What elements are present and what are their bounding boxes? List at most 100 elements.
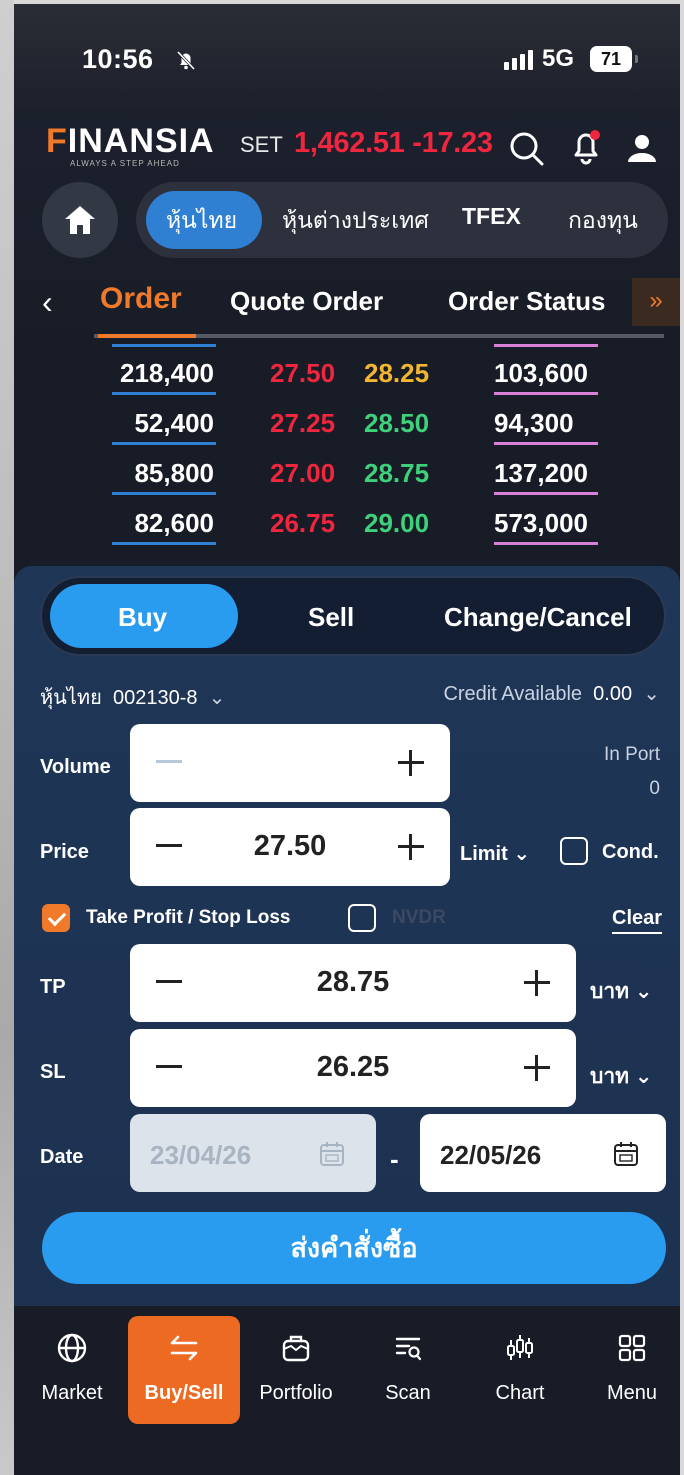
app-screen: 10:56 5G 71 FINANSIA ALWAYS A STEP AHEAD… xyxy=(14,4,680,1475)
tp-input[interactable]: 28.75 xyxy=(130,966,576,999)
bid-price[interactable]: 27.25 xyxy=(270,408,335,439)
change-cancel-tab[interactable]: Change/Cancel xyxy=(444,602,632,633)
order-tabs: ‹ Order Quote Order Order Status » xyxy=(14,272,680,342)
nav-label: Buy/Sell xyxy=(144,1382,224,1404)
ask-price[interactable]: 28.25 xyxy=(364,358,429,389)
nav-scan[interactable]: Scan xyxy=(352,1316,464,1424)
minus-icon[interactable] xyxy=(156,760,182,763)
depth-row[interactable]: 218,400 27.50 28.25 103,600 xyxy=(14,344,680,395)
active-tab-underline xyxy=(98,334,196,338)
bid-price[interactable]: 26.75 xyxy=(270,508,335,539)
account-selector[interactable]: หุ้นไทย 002130-8 ⌄ xyxy=(40,681,225,713)
plus-icon[interactable] xyxy=(524,1055,550,1081)
nav-market[interactable]: Market xyxy=(16,1316,128,1424)
profile-icon[interactable] xyxy=(624,130,660,166)
tp-stepper[interactable]: 28.75 xyxy=(130,944,576,1022)
tab-order[interactable]: Order xyxy=(100,282,182,316)
market-tab-bar: หุ้นไทย หุ้นต่างประเทศ TFEX กองทุน xyxy=(136,182,668,258)
sl-input[interactable]: 26.25 xyxy=(130,1051,576,1084)
double-chevron-right-icon[interactable]: » xyxy=(632,278,680,326)
status-time: 10:56 xyxy=(82,44,154,74)
volume-label: Volume xyxy=(40,756,111,778)
sell-tab[interactable]: Sell xyxy=(308,602,354,633)
tpsl-checkbox[interactable] xyxy=(42,904,70,932)
chevron-down-icon: ⌄ xyxy=(643,683,660,705)
ask-volume: 573,000 xyxy=(494,508,588,538)
ask-volume: 103,600 xyxy=(494,358,588,388)
ask-underline xyxy=(494,542,598,545)
bottom-navigation: Market Buy/Sell Portfolio Scan Chart Men… xyxy=(14,1306,680,1475)
ask-volume: 94,300 xyxy=(494,408,574,438)
credit-available[interactable]: Credit Available 0.00 ⌄ xyxy=(443,681,660,706)
sl-stepper[interactable]: 26.25 xyxy=(130,1029,576,1107)
tab-order-status[interactable]: Order Status xyxy=(448,286,606,317)
bid-volume: 82,600 xyxy=(134,508,214,538)
cond-label: Cond. xyxy=(602,841,659,863)
tp-label: TP xyxy=(40,976,66,998)
background-edge xyxy=(0,0,14,1475)
price-label: Price xyxy=(40,841,89,863)
nvdr-checkbox[interactable] xyxy=(348,904,376,932)
clear-link[interactable]: Clear xyxy=(612,907,663,934)
plus-icon[interactable] xyxy=(524,970,550,996)
tab-foreign-stocks[interactable]: หุ้นต่างประเทศ xyxy=(282,203,429,239)
tab-thai-stocks[interactable]: หุ้นไทย xyxy=(166,203,237,239)
order-panel: Buy Sell Change/Cancel หุ้นไทย 002130-8 … xyxy=(14,566,680,1306)
network-type: 5G xyxy=(542,45,575,72)
bid-price[interactable]: 27.00 xyxy=(270,458,335,489)
volume-stepper[interactable] xyxy=(130,724,450,802)
calendar-icon[interactable] xyxy=(612,1140,640,1168)
date-separator: - xyxy=(390,1144,399,1174)
date-from-field[interactable]: 23/04/26 xyxy=(130,1114,376,1192)
tab-funds[interactable]: กองทุน xyxy=(568,203,638,239)
ask-price[interactable]: 28.75 xyxy=(364,458,429,489)
depth-row[interactable]: 85,800 27.00 28.75 137,200 xyxy=(14,444,680,495)
depth-row[interactable]: 52,400 27.25 28.50 94,300 xyxy=(14,394,680,445)
notification-bell-icon[interactable] xyxy=(568,126,604,166)
depth-row[interactable]: 82,600 26.75 29.00 573,000 xyxy=(14,494,680,545)
calendar-icon[interactable] xyxy=(318,1140,346,1168)
ask-price[interactable]: 28.50 xyxy=(364,408,429,439)
chevron-down-icon: ⌄ xyxy=(634,980,653,1003)
price-stepper[interactable]: 27.50 xyxy=(130,808,450,886)
app-header: FINANSIA ALWAYS A STEP AHEAD SET 1,462.5… xyxy=(14,114,680,184)
sl-unit-select[interactable]: บาท ⌄ xyxy=(590,1060,652,1093)
chevron-down-icon: ⌄ xyxy=(634,1065,653,1088)
nav-menu[interactable]: Menu xyxy=(576,1316,680,1424)
price-type-select[interactable]: Limit ⌄ xyxy=(460,841,530,866)
cond-checkbox[interactable] xyxy=(560,837,588,865)
tab-quote-order[interactable]: Quote Order xyxy=(230,286,383,317)
nvdr-label: NVDR xyxy=(392,907,446,928)
home-button[interactable] xyxy=(42,182,118,258)
globe-icon xyxy=(57,1333,87,1363)
index-value: 1,462.51 -17.23 xyxy=(294,127,493,159)
buy-tab[interactable]: Buy xyxy=(118,602,167,633)
bid-volume: 218,400 xyxy=(120,358,214,388)
index-name: SET xyxy=(240,132,283,157)
submit-order-button[interactable]: ส่งคำสั่งซื้อ xyxy=(42,1212,666,1284)
date-from-value: 23/04/26 xyxy=(150,1140,252,1170)
nav-label: Portfolio xyxy=(259,1382,333,1404)
nav-chart[interactable]: Chart xyxy=(464,1316,576,1424)
tp-unit-select[interactable]: บาท ⌄ xyxy=(590,975,652,1008)
date-to-field[interactable]: 22/05/26 xyxy=(420,1114,666,1192)
plus-icon[interactable] xyxy=(398,834,424,860)
candlestick-icon xyxy=(507,1335,533,1360)
nav-label: Chart xyxy=(495,1382,545,1404)
nav-portfolio[interactable]: Portfolio xyxy=(240,1316,352,1424)
search-icon[interactable] xyxy=(508,130,546,168)
date-to-value: 22/05/26 xyxy=(440,1140,542,1170)
finansia-logo: FINANSIA ALWAYS A STEP AHEAD xyxy=(46,122,215,168)
nav-label: Market xyxy=(41,1382,103,1404)
tab-tfex[interactable]: TFEX xyxy=(462,203,521,230)
plus-icon[interactable] xyxy=(398,750,424,776)
chevron-down-icon: ⌄ xyxy=(513,843,531,865)
ask-volume: 137,200 xyxy=(494,458,588,488)
bid-price[interactable]: 27.50 xyxy=(270,358,335,389)
scan-icon xyxy=(395,1337,422,1361)
nav-buy-sell[interactable]: Buy/Sell xyxy=(128,1316,240,1424)
bid-volume: 52,400 xyxy=(134,408,214,438)
date-label: Date xyxy=(40,1146,84,1168)
ask-price[interactable]: 29.00 xyxy=(364,508,429,539)
chevron-left-icon[interactable]: ‹ xyxy=(42,284,53,321)
